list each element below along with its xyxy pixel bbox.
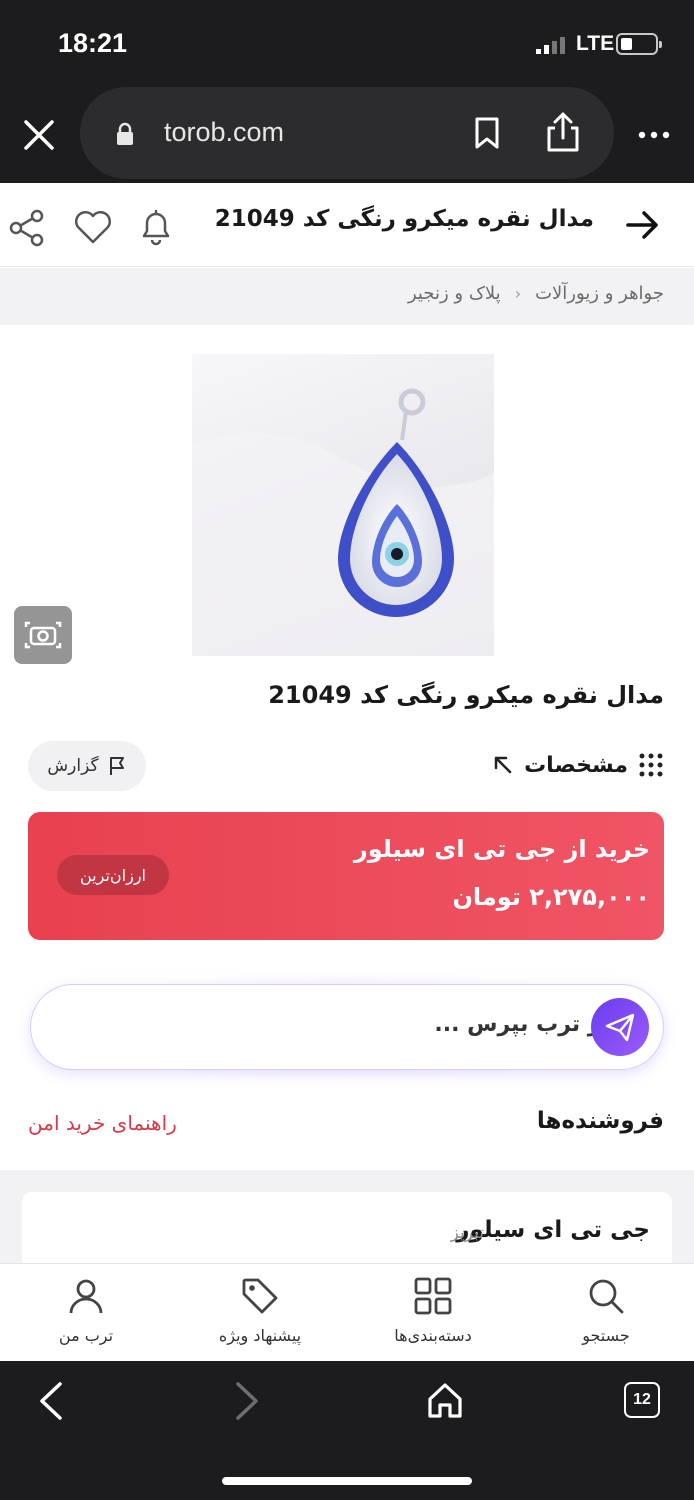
report-button[interactable]: گزارش xyxy=(28,741,146,791)
more-icon[interactable] xyxy=(638,131,670,139)
share-icon[interactable] xyxy=(545,110,581,154)
status-time: 18:21 xyxy=(58,28,128,58)
grid-icon xyxy=(413,1276,453,1316)
browser-forward-icon[interactable] xyxy=(232,1380,262,1422)
buy-title: خرید از جی تی ای سیلور xyxy=(353,835,650,863)
seller-name: جی تی ای سیلور xyxy=(456,1217,650,1243)
browser-back-icon[interactable] xyxy=(36,1380,66,1422)
breadcrumb: جواهر و زیورآلات ‹ پلاک و زنجیر xyxy=(408,283,664,304)
buy-price: ۲,۲۷۵,۰۰۰ تومان xyxy=(452,883,650,911)
nav-item-my-torob[interactable]: ترب من xyxy=(16,1276,156,1345)
breadcrumb-item[interactable]: جواهر و زیورآلات xyxy=(535,283,664,304)
safe-shopping-guide-link[interactable]: راهنمای خرید امن xyxy=(28,1111,177,1135)
nav-label: جستجو xyxy=(582,1326,630,1345)
specs-grid-icon xyxy=(638,752,664,778)
seller-city: تبریز xyxy=(450,1223,484,1243)
battery-icon xyxy=(616,33,662,55)
flag-icon xyxy=(107,755,127,777)
cheapest-badge: ارزان‌ترین xyxy=(57,855,169,895)
back-arrow-icon[interactable] xyxy=(624,208,660,242)
url-text: torob.com xyxy=(164,117,285,147)
nav-item-search[interactable]: جستجو xyxy=(536,1276,676,1345)
send-button[interactable] xyxy=(591,998,649,1056)
signal-icon xyxy=(536,36,568,56)
nav-item-special-offers[interactable]: پیشنهاد ویژه xyxy=(190,1276,330,1345)
network-type: LTE xyxy=(576,32,615,55)
home-icon[interactable] xyxy=(425,1380,465,1420)
bell-icon[interactable] xyxy=(136,206,176,248)
product-title: مدال نقره میکرو رنگی کد 21049 xyxy=(268,681,664,709)
home-indicator xyxy=(222,1477,472,1485)
product-image[interactable] xyxy=(192,354,494,656)
lock-icon xyxy=(115,122,135,146)
user-icon xyxy=(66,1276,106,1316)
sellers-heading: فروشنده‌ها xyxy=(536,1108,664,1134)
header-title: مدال نقره میکرو رنگی کد 21049 xyxy=(214,206,594,232)
nav-item-categories[interactable]: دسته‌بندی‌ها xyxy=(363,1276,503,1345)
breadcrumb-separator: ‹ xyxy=(514,284,522,303)
tag-icon xyxy=(240,1276,280,1316)
close-icon[interactable] xyxy=(22,118,56,152)
specs-label: مشخصات xyxy=(524,752,628,778)
bookmark-icon[interactable] xyxy=(472,116,502,150)
nav-label: دسته‌بندی‌ها xyxy=(394,1326,472,1345)
nav-label: پیشنهاد ویژه xyxy=(218,1326,302,1345)
ask-input[interactable]: از ترب بپرس ... xyxy=(434,1012,608,1037)
nav-label: ترب من xyxy=(58,1326,114,1345)
url-bar[interactable] xyxy=(80,87,614,179)
heart-icon[interactable] xyxy=(72,208,114,246)
image-search-button[interactable] xyxy=(14,606,72,664)
search-icon xyxy=(586,1276,626,1316)
expand-arrow-icon xyxy=(492,754,514,776)
tabs-button[interactable]: 12 xyxy=(624,1382,660,1418)
share-network-icon[interactable] xyxy=(8,208,46,248)
report-label: گزارش xyxy=(47,756,99,776)
specs-link[interactable]: مشخصات xyxy=(492,752,664,778)
breadcrumb-item[interactable]: پلاک و زنجیر xyxy=(408,283,501,304)
